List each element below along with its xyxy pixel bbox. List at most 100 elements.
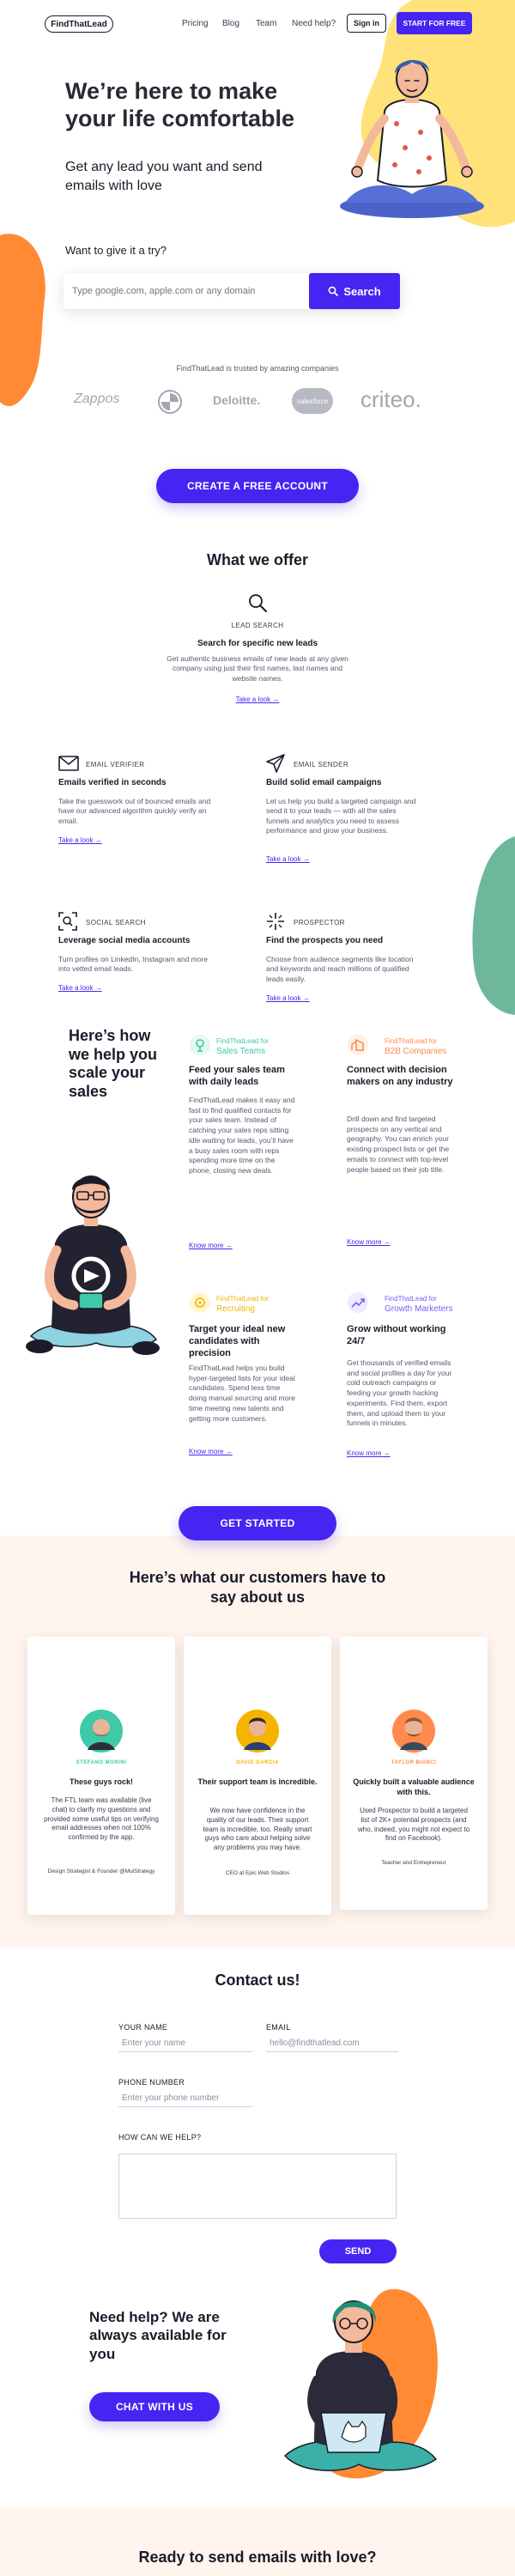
b2b-link[interactable]: Know more → (347, 1238, 391, 1246)
email-label: EMAIL (266, 2023, 291, 2032)
nav-link-help[interactable]: Need help? (292, 19, 336, 28)
nav-link-pricing[interactable]: Pricing (182, 19, 209, 28)
email-verifier-desc: Take the guesswork out of bounced emails… (58, 797, 211, 825)
b2b-icon (348, 1035, 368, 1055)
create-account-button[interactable]: CREATE A FREE ACCOUNT (156, 469, 359, 503)
help-message-label: HOW CAN WE HELP? (118, 2133, 202, 2142)
growth-title: Grow without working 24/7 (347, 1324, 446, 1346)
man-with-phone-illustration (26, 1176, 160, 1355)
name-input[interactable] (118, 2035, 252, 2052)
trusted-text: FindThatLead is trusted by amazing compa… (176, 364, 339, 373)
recruiting-for-text: FindThatLead for (216, 1295, 269, 1303)
deloitte-logo: Deloitte. (213, 393, 261, 407)
lead-search-tag: LEAD SEARCH (231, 622, 284, 629)
name-label: YOUR NAME (118, 2023, 168, 2032)
criteo-logo: criteo. (360, 386, 421, 412)
growth-label: Growth Marketers (385, 1304, 453, 1314)
social-search-tag: SOCIAL SEARCH (86, 919, 146, 927)
chat-with-us-button[interactable]: CHAT WITH US (89, 2392, 220, 2421)
sales-team-for-text: FindThatLead for (216, 1037, 269, 1045)
get-started-button[interactable]: GET STARTED (179, 1506, 336, 1540)
nav-link-team[interactable]: Team (256, 19, 276, 28)
prospector-desc: Choose from audience segments like locat… (266, 955, 414, 983)
social-search-icon (58, 912, 77, 931)
email-sender-link[interactable]: Take a look → (266, 855, 310, 863)
recruiting-icon (190, 1292, 210, 1313)
b2b-title: Connect with decision makers on any indu… (347, 1065, 453, 1087)
prospector-tag: PROSPECTOR (294, 919, 345, 927)
teal-blob (472, 836, 515, 1015)
avatar-stefano (80, 1710, 123, 1753)
b2b-label: B2B Companies (385, 1047, 447, 1056)
sales-team-icon (190, 1035, 210, 1055)
recruiting-title: Target your ideal new candidates with pr… (189, 1324, 286, 1358)
testimonial-card-taylor (340, 1637, 488, 1910)
social-search-link[interactable]: Take a look → (58, 984, 102, 992)
email-sender-title: Build solid email campaigns (266, 778, 382, 787)
avatar-david (236, 1710, 279, 1753)
signin-button[interactable]: Sign in (347, 14, 386, 33)
domain-search-input[interactable] (72, 280, 304, 302)
testimonial-head-taylor: Quickly built a valuable audience with t… (353, 1777, 475, 1796)
sales-team-label: Sales Teams (216, 1047, 266, 1056)
bmw-logo-icon (158, 390, 182, 414)
orange-blob (0, 234, 45, 406)
growth-link[interactable]: Know more → (347, 1449, 391, 1457)
testimonial-role-taylor: Teacher and Entrepreneur (381, 1860, 446, 1866)
offer-heading: What we offer (206, 551, 308, 568)
lead-search-link[interactable]: Take a look → (215, 696, 300, 703)
lead-search-desc: Get authentic business emails of new lea… (167, 654, 348, 683)
recruiting-link[interactable]: Know more → (189, 1448, 233, 1455)
email-input[interactable] (266, 2035, 398, 2052)
b2b-desc: Drill down and find targeted prospects o… (347, 1115, 450, 1174)
bottom-heading: Ready to send emails with love? (138, 2549, 377, 2566)
phone-input[interactable] (118, 2090, 252, 2107)
hero-subtitle: Get any lead you want and send emails wi… (65, 160, 263, 193)
nav-link-blog[interactable]: Blog (222, 19, 239, 28)
phone-label: PHONE NUMBER (118, 2078, 185, 2087)
growth-desc: Get thousands of verified emails and soc… (347, 1358, 452, 1428)
search-button-label: Search (343, 284, 381, 298)
need-help-heading: Need help? We are always available for y… (89, 2309, 227, 2362)
hero-title: We’re here to make your life comfortable (65, 78, 295, 132)
email-sender-desc: Let us help you build a targeted campaig… (266, 797, 416, 835)
meditating-man-illustration (340, 59, 484, 218)
woman-with-laptop-illustration (283, 2288, 438, 2479)
testimonials-heading: Here’s what our customers have to say ab… (129, 1569, 386, 1607)
paper-plane-icon (266, 754, 285, 773)
social-search-desc: Turn profiles on LinkedIn, Instagram and… (58, 955, 209, 974)
envelope-icon (58, 756, 79, 771)
start-free-button[interactable]: START FOR FREE (397, 12, 472, 34)
lead-search-title: Search for specific new leads (197, 639, 318, 648)
testimonial-body-stefano: The FTL team was available (live chat) t… (44, 1796, 159, 1842)
testimonial-name-david: DAVID GARCIA (236, 1760, 279, 1765)
magnifier-icon (249, 594, 267, 612)
recruiting-desc: FindThatLead helps you build hyper-targe… (189, 1364, 295, 1423)
salesforce-logo: salesforce (292, 388, 333, 414)
email-verifier-title: Emails verified in seconds (58, 778, 167, 787)
social-search-title: Leverage social media accounts (58, 936, 191, 945)
prospector-icon (267, 913, 284, 930)
growth-for-text: FindThatLead for (385, 1295, 437, 1303)
send-button[interactable]: SEND (319, 2239, 397, 2263)
prospector-link[interactable]: Take a look → (266, 994, 310, 1002)
testimonial-head-stefano: These guys rock! (69, 1777, 134, 1786)
brand-logo[interactable]: FindThatLead (45, 15, 113, 33)
email-verifier-tag: EMAIL VERIFIER (86, 761, 145, 769)
search-button[interactable]: Search (309, 273, 400, 309)
avatar-taylor (392, 1710, 435, 1753)
sales-team-title: Feed your sales team with daily leads (189, 1065, 285, 1087)
testimonial-name-stefano: STEFANO MORINI (76, 1760, 127, 1765)
testimonial-head-david: Their support team is incredible. (197, 1777, 318, 1786)
testimonial-name-taylor: TAYLOR BIANCI (391, 1760, 437, 1765)
sales-team-link[interactable]: Know more → (189, 1242, 233, 1249)
prospector-title: Find the prospects you need (266, 936, 384, 945)
testimonial-body-david: We now have confidence in the quality of… (203, 1807, 312, 1852)
sales-team-desc: FindThatLead makes it easy and fast to f… (189, 1096, 295, 1176)
email-sender-tag: EMAIL SENDER (294, 761, 349, 769)
testimonial-role-stefano: Design Strategist & Founder @MuiStrategy (47, 1868, 155, 1874)
message-textarea[interactable] (118, 2154, 397, 2219)
email-verifier-link[interactable]: Take a look → (58, 836, 102, 844)
recruiting-label: Recruiting (216, 1304, 256, 1314)
search-icon (328, 286, 339, 296)
